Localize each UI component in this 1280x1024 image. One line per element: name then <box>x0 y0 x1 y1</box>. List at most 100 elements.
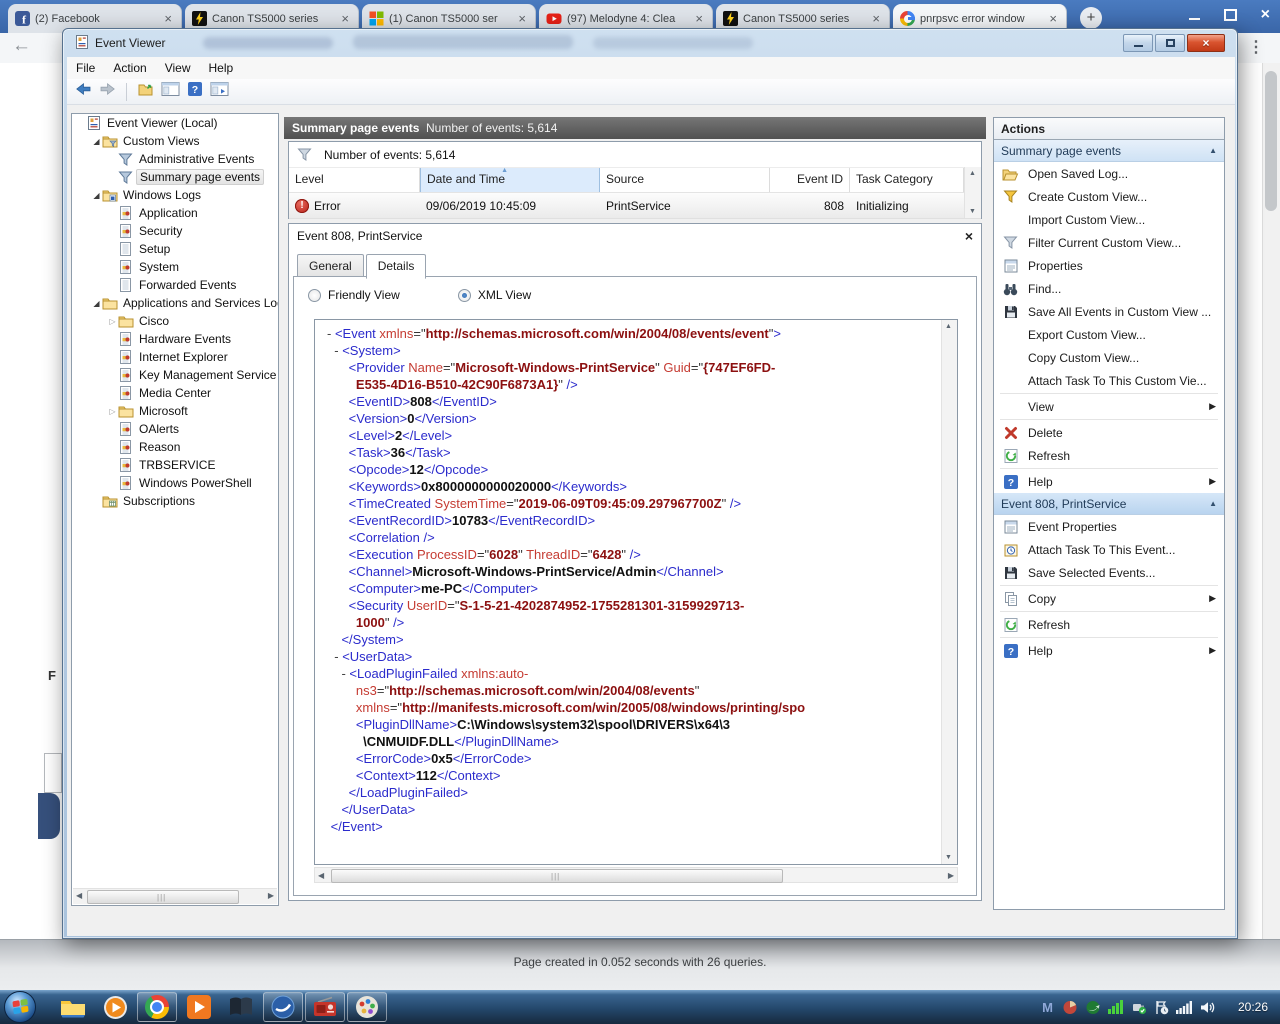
taskbar-app-book[interactable] <box>221 992 261 1022</box>
browser-restore-icon[interactable] <box>1224 9 1237 21</box>
action-export-custom-view[interactable]: Export Custom View... <box>994 323 1224 346</box>
tab-close-icon[interactable]: × <box>693 12 705 25</box>
menu-help[interactable]: Help <box>200 58 243 78</box>
close-detail-icon[interactable]: × <box>965 228 973 244</box>
action-help[interactable]: ?Help▶ <box>994 639 1224 662</box>
minimize-button[interactable] <box>1123 34 1153 52</box>
tab-details[interactable]: Details <box>366 254 427 279</box>
tray-usb-safely-remove-icon[interactable] <box>1131 1000 1147 1015</box>
action-create-custom-view[interactable]: Create Custom View... <box>994 185 1224 208</box>
tray-idm-icon[interactable] <box>1085 1000 1101 1015</box>
tab-close-icon[interactable]: × <box>339 12 351 25</box>
tray-malwarebytes-icon[interactable]: M <box>1040 1000 1055 1015</box>
tree-item-forwarded-events[interactable]: Forwarded Events <box>72 276 278 294</box>
tree-item-summary-page-events[interactable]: Summary page events <box>72 168 278 186</box>
tree-item-applications-and-services-logs[interactable]: ◢Applications and Services Logs <box>72 294 278 312</box>
tray-signal-green-icon[interactable] <box>1108 1000 1124 1014</box>
scrollbar-thumb[interactable]: ||| <box>87 890 239 904</box>
collapse-caret-icon[interactable]: ▲ <box>1209 499 1217 508</box>
taskbar-app-play-orange[interactable] <box>179 992 219 1022</box>
tab-close-icon[interactable]: × <box>162 12 174 25</box>
column-header-source[interactable]: Source <box>600 168 770 192</box>
tab-close-icon[interactable]: × <box>516 12 528 25</box>
tree-item-internet-explorer[interactable]: Internet Explorer <box>72 348 278 366</box>
toolbar-action-pane-toggle-button[interactable] <box>210 81 229 102</box>
actions-section-summary-page-events[interactable]: Summary page events▲ <box>994 140 1224 162</box>
action-save-all-events-in-custom-view[interactable]: Save All Events in Custom View ... <box>994 300 1224 323</box>
window-titlebar[interactable]: Event Viewer × <box>63 29 1237 57</box>
scrollbar-thumb[interactable]: ||| <box>331 869 783 883</box>
column-header-task-category[interactable]: Task Category <box>850 168 964 192</box>
radio-button-icon[interactable] <box>458 289 471 302</box>
toolbar-back-arrow-button[interactable] <box>75 81 92 102</box>
tree-item-system[interactable]: System <box>72 258 278 276</box>
actions-section-event-808-printservice[interactable]: Event 808, PrintService▲ <box>994 493 1224 515</box>
menu-view[interactable]: View <box>156 58 200 78</box>
tree-item-setup[interactable]: Setup <box>72 240 278 258</box>
tree-item-custom-views[interactable]: ◢Custom Views <box>72 132 278 150</box>
tree-item-microsoft[interactable]: ▷Microsoft <box>72 402 278 420</box>
xml-horizontal-scrollbar[interactable]: ◀ ||| ▶ <box>314 867 958 883</box>
expander-open-icon[interactable]: ◢ <box>91 191 102 200</box>
action-attach-task-to-this-event[interactable]: Attach Task To This Event... <box>994 538 1224 561</box>
tree-item-key-management-service[interactable]: Key Management Service <box>72 366 278 384</box>
browser-minimize-icon[interactable] <box>1189 18 1200 20</box>
close-button[interactable]: × <box>1187 34 1225 52</box>
action-refresh[interactable]: Refresh <box>994 613 1224 636</box>
column-header-level[interactable]: Level <box>289 168 420 192</box>
action-open-saved-log[interactable]: Open Saved Log... <box>994 162 1224 185</box>
action-attach-task-to-this-custom-vie[interactable]: Attach Task To This Custom Vie... <box>994 369 1224 392</box>
new-tab-button[interactable]: + <box>1080 7 1102 29</box>
tree-item-media-center[interactable]: Media Center <box>72 384 278 402</box>
browser-close-icon[interactable]: × <box>1261 8 1270 22</box>
taskbar-app-explorer[interactable] <box>53 992 93 1022</box>
list-scrollbar[interactable]: ▲ ▼ <box>964 167 981 218</box>
collapse-caret-icon[interactable]: ▲ <box>1209 146 1217 155</box>
action-event-properties[interactable]: Event Properties <box>994 515 1224 538</box>
expander-closed-icon[interactable]: ▷ <box>107 317 118 326</box>
tree-item-event-viewer-local[interactable]: Event Viewer (Local) <box>72 114 278 132</box>
column-header-date-and-time[interactable]: Date and Time▲ <box>420 168 600 192</box>
radio-button-icon[interactable] <box>308 289 321 302</box>
scroll-right-icon[interactable]: ▶ <box>948 871 954 880</box>
expander-closed-icon[interactable]: ▷ <box>107 407 118 416</box>
tree-item-trbservice[interactable]: TRBSERVICE <box>72 456 278 474</box>
scroll-left-icon[interactable]: ◀ <box>318 871 324 880</box>
taskbar-app-wmp[interactable] <box>95 992 135 1022</box>
action-filter-current-custom-view[interactable]: Filter Current Custom View... <box>994 231 1224 254</box>
toolbar-forward-arrow-button[interactable] <box>99 81 116 102</box>
scroll-down-icon[interactable]: ▼ <box>945 854 952 861</box>
expander-open-icon[interactable]: ◢ <box>91 299 102 308</box>
menu-file[interactable]: File <box>67 58 104 78</box>
scroll-up-icon[interactable]: ▲ <box>969 170 976 177</box>
start-button[interactable] <box>4 991 36 1023</box>
taskbar-clock[interactable]: 20:26 <box>1232 1000 1274 1014</box>
radio-friendly-view[interactable]: Friendly View <box>308 288 400 302</box>
maximize-button[interactable] <box>1155 34 1185 52</box>
action-delete[interactable]: Delete <box>994 421 1224 444</box>
tab-close-icon[interactable]: × <box>870 12 882 25</box>
scroll-up-icon[interactable]: ▲ <box>945 323 952 330</box>
toolbar-export-log-button[interactable] <box>137 81 154 102</box>
action-save-selected-events[interactable]: Save Selected Events... <box>994 561 1224 584</box>
action-properties[interactable]: Properties <box>994 254 1224 277</box>
scroll-down-icon[interactable]: ▼ <box>969 208 976 215</box>
expander-open-icon[interactable]: ◢ <box>91 137 102 146</box>
menu-action[interactable]: Action <box>104 58 155 78</box>
tree-item-reason[interactable]: Reason <box>72 438 278 456</box>
scrollbar-thumb[interactable] <box>1265 71 1277 211</box>
taskbar-app-palette-app[interactable] <box>347 992 387 1022</box>
tray-network-signal-icon[interactable] <box>1176 1000 1193 1014</box>
tray-volume-icon[interactable] <box>1200 1000 1216 1015</box>
tab-close-icon[interactable]: × <box>1047 12 1059 25</box>
action-import-custom-view[interactable]: Import Custom View... <box>994 208 1224 231</box>
tree-item-application[interactable]: Application <box>72 204 278 222</box>
taskbar-app-radio-app[interactable] <box>305 992 345 1022</box>
toolbar-help-button[interactable]: ? <box>187 81 203 102</box>
xml-vertical-scrollbar[interactable]: ▲ ▼ <box>941 320 957 864</box>
action-help[interactable]: ?Help▶ <box>994 470 1224 493</box>
scroll-right-icon[interactable]: ▶ <box>268 891 274 900</box>
browser-menu-icon[interactable]: ⋮ <box>1248 37 1264 57</box>
action-view[interactable]: View▶ <box>994 395 1224 418</box>
tree-horizontal-scrollbar[interactable]: ◀|||▶ <box>73 888 277 904</box>
